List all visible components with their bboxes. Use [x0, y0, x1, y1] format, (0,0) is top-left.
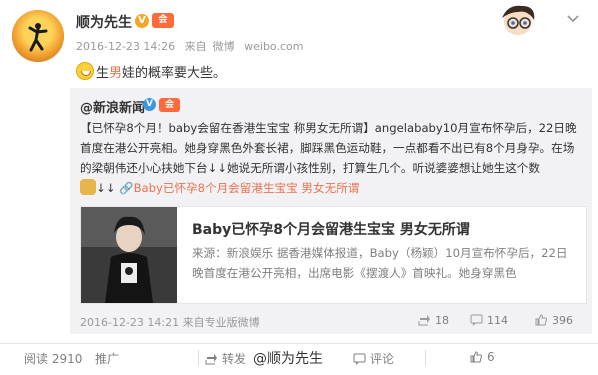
repost-link[interactable]: Baby已怀孕8个月会留港生宝宝 男女无所谓 [134, 181, 360, 195]
repost-repost-count: 18 [435, 314, 449, 327]
post-text-part2: 娃的概率要大些。 [122, 66, 227, 81]
doge-emoji-icon [80, 179, 96, 195]
grin-emoji-icon [76, 62, 94, 80]
post-timestamp[interactable]: 2016-12-23 14:26 [76, 40, 175, 53]
member-badge-icon[interactable]: 会 [152, 13, 174, 28]
avatar-figure-icon [28, 23, 48, 52]
post-text-part1: 生 [96, 66, 110, 81]
repost-timestamp[interactable]: 2016-12-23 14:21 [80, 316, 179, 329]
comment-button[interactable]: 评论 [353, 350, 394, 367]
repost-comment-count: 114 [487, 314, 508, 327]
forward-icon [205, 354, 217, 365]
repost-arrows: ↓↓ [96, 181, 116, 195]
separator [425, 350, 426, 366]
post-text-highlight: 男 [109, 66, 123, 81]
repost-icon [418, 315, 430, 326]
avatar[interactable] [12, 10, 64, 62]
repost-meta: 2016-12-23 14:21 来自专业版微博 [80, 314, 260, 330]
thumbs-up-icon [535, 314, 547, 326]
repost-text: 【已怀孕8个月！baby会留在香港生宝宝 称男女无所谓】angelababy10… [80, 118, 585, 198]
repost-comment-button[interactable]: 114 [470, 314, 508, 327]
post-meta: 2016-12-23 14:26 来自 微博 weibo.com [76, 38, 309, 54]
repost-source[interactable]: 专业版微博 [205, 316, 260, 329]
thumbs-up-icon [470, 351, 482, 363]
decorative-cartoon-icon [502, 5, 535, 35]
promote-button[interactable]: 推广 [95, 350, 119, 367]
separator [198, 350, 199, 366]
repost-like-button[interactable]: 396 [535, 314, 573, 327]
link-icon: 🔗 [119, 181, 134, 195]
card-thumbnail[interactable] [81, 207, 177, 303]
chevron-down-icon[interactable] [566, 12, 584, 26]
repost-like-count: 396 [552, 314, 573, 327]
like-button[interactable]: 6 [470, 350, 495, 364]
forward-label: 转发 [222, 352, 247, 366]
footer-divider [0, 343, 598, 344]
comment-icon [470, 314, 483, 326]
verified-icon: V [135, 14, 149, 28]
repost-member-badge-icon[interactable]: 会 [159, 98, 180, 112]
read-count-value: 2910 [51, 352, 83, 366]
post-site[interactable]: weibo.com [244, 40, 303, 53]
read-count: 阅读 2910 [24, 350, 82, 367]
source-prefix: 来自 [184, 40, 207, 53]
comment-label: 评论 [370, 352, 395, 366]
repost-verified-icon: V [143, 98, 156, 111]
repost-body: 【已怀孕8个月！baby会留在香港生宝宝 称男女无所谓】angelababy10… [80, 121, 577, 175]
at-user-label[interactable]: @顺为先生 [253, 348, 323, 368]
author-name[interactable]: 顺为先生 [76, 12, 132, 32]
comment-icon [353, 353, 366, 365]
card-description: 来源：新浪娱乐 据香港媒体报道，Baby（杨颖）10月宣布怀孕后，22日晚首度在… [192, 246, 568, 280]
repost-repost-button[interactable]: 18 [418, 314, 449, 327]
repost-source-prefix: 来自 [182, 316, 205, 329]
post-text: 生男娃的概率要大些。 [76, 62, 226, 81]
post-source[interactable]: 微博 [213, 40, 235, 53]
read-label: 阅读 [24, 352, 49, 366]
repost-author[interactable]: @新浪新闻 [80, 97, 145, 116]
forward-button[interactable]: 转发 [205, 350, 246, 367]
like-count: 6 [487, 350, 495, 364]
card-title[interactable]: Baby已怀孕8个月会留港生宝宝 男女无所谓 [192, 219, 470, 239]
